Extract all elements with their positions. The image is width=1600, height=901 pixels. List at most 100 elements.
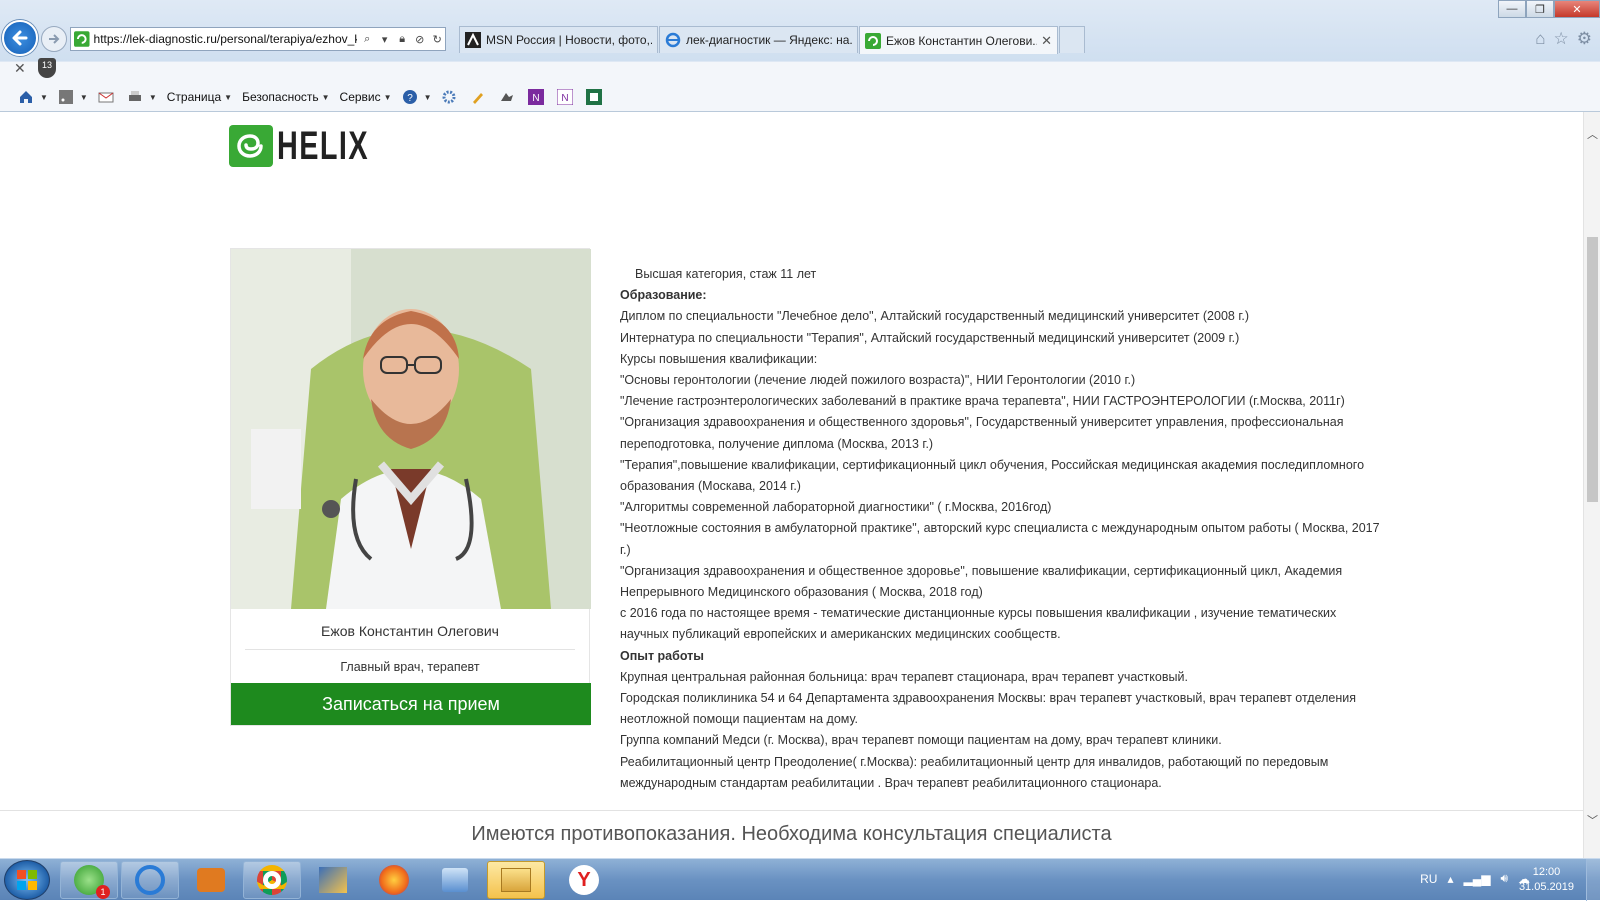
- command-bar: ▼ ▼ ▼ Страница ▼ Безопасность ▼ Сервис ▼ ? ▼…: [0, 85, 1600, 109]
- tab-doctor[interactable]: Ежов Константин Олегови... ✕: [859, 26, 1058, 54]
- windows-logo-icon: [17, 870, 37, 890]
- taskbar-explorer[interactable]: [487, 861, 545, 899]
- experience-heading: Опыт работы: [620, 648, 704, 663]
- doctor-name: Ежов Константин Олегович: [321, 623, 499, 639]
- experience-item: Группа компаний Медси (г. Москва), врач …: [620, 733, 1222, 748]
- mail-icon: [98, 92, 114, 103]
- back-button[interactable]: [2, 20, 38, 56]
- notification-badge: 1: [96, 885, 110, 899]
- rss-menu[interactable]: ▼: [58, 89, 88, 105]
- book-appointment-button[interactable]: Записаться на прием: [231, 683, 591, 725]
- taskbar-ie[interactable]: [121, 861, 179, 899]
- address-bar[interactable]: https://lek-diagnostic.ru/personal/terap…: [70, 27, 446, 51]
- scroll-down-icon[interactable]: ﹀: [1586, 812, 1599, 828]
- close-window-button[interactable]: ✕: [1554, 0, 1600, 18]
- search-icon[interactable]: ⌕: [359, 31, 375, 47]
- tab-msn[interactable]: MSN Россия | Новости, фото,...: [459, 26, 658, 53]
- favorites-star-icon[interactable]: ☆: [1554, 29, 1569, 49]
- clock-date: 31.05.2019: [1518, 881, 1574, 893]
- tab-label: лек-диагностик — Яндекс: на...: [686, 33, 852, 47]
- help-icon: ?: [402, 90, 417, 104]
- folder-icon: [501, 868, 531, 892]
- help-menu[interactable]: ? ▼: [402, 89, 431, 105]
- taskbar-volume-app[interactable]: [426, 861, 484, 899]
- doctor-portrait-image: [231, 249, 591, 609]
- network-icon[interactable]: ▂▄▆: [1463, 872, 1490, 886]
- page-scrollbar[interactable]: ︿ ﹀: [1583, 112, 1600, 858]
- scroll-thumb[interactable]: [1587, 237, 1598, 502]
- system-clock[interactable]: 12:00 31.05.2019: [1519, 865, 1574, 895]
- excel-button[interactable]: [586, 89, 605, 105]
- ie-icon: [665, 32, 681, 48]
- volume-icon[interactable]: 🔊︎: [1500, 871, 1508, 886]
- minimize-button[interactable]: —: [1498, 0, 1526, 18]
- taskbar-firefox[interactable]: [365, 861, 423, 899]
- system-tray: RU ▴ ▂▄▆ 🔊︎ ☁: [1420, 871, 1530, 886]
- safety-menu[interactable]: Безопасность ▼: [242, 90, 329, 104]
- address-url[interactable]: https://lek-diagnostic.ru/personal/terap…: [94, 32, 358, 46]
- new-tab-button[interactable]: [1059, 26, 1085, 53]
- mail-button[interactable]: [98, 89, 117, 105]
- onenote-send-button[interactable]: N: [557, 89, 576, 105]
- taskbar-icq[interactable]: 1: [60, 861, 118, 899]
- education-item: "Терапия",повышение квалификации, сертиф…: [620, 457, 1365, 494]
- home-icon: [20, 91, 32, 103]
- refresh-icon[interactable]: ↻: [429, 31, 445, 47]
- tab-yandex[interactable]: лек-диагностик — Яндекс: на...: [659, 26, 858, 53]
- education-item: "Основы геронтологии (лечение людей пожи…: [620, 373, 1136, 388]
- taskbar-chrome[interactable]: [243, 861, 301, 899]
- taskbar-remote[interactable]: [304, 861, 362, 899]
- forward-button[interactable]: [41, 26, 67, 52]
- tab-strip: MSN Россия | Новости, фото,... лек-диагн…: [459, 26, 1085, 54]
- back-arrow-icon: [12, 30, 28, 46]
- page-viewport: HELIX Ежов Константин Олегович Главный в…: [0, 112, 1583, 810]
- tray-expand-icon[interactable]: ▴: [1447, 872, 1453, 886]
- restore-button[interactable]: ❐: [1526, 0, 1554, 18]
- excel-icon: [586, 89, 603, 105]
- pen-icon: [473, 93, 484, 104]
- icq-icon: 1: [74, 865, 110, 899]
- msn-icon: [465, 32, 481, 48]
- doctor-photo: [231, 249, 591, 609]
- windows-taskbar: 1 Y RU ▴ ▂▄▆ 🔊︎ ☁ 12:00 31.05.2019: [0, 858, 1600, 901]
- print-icon: [128, 91, 141, 101]
- doctor-bio: Высшая категория, стаж 11 лет Образовани…: [620, 264, 1380, 794]
- addon-gear-button[interactable]: [441, 89, 460, 105]
- taskbar-yandex[interactable]: Y: [555, 861, 613, 899]
- close-icon[interactable]: ✕: [14, 60, 26, 77]
- show-desktop-button[interactable]: [1586, 859, 1600, 901]
- onenote-button[interactable]: N: [528, 89, 547, 105]
- scroll-up-icon[interactable]: ︿: [1586, 126, 1599, 142]
- compat-icon[interactable]: ⊘: [412, 31, 428, 47]
- education-item: Интернатура по специальности "Терапия", …: [620, 330, 1240, 345]
- service-menu[interactable]: Сервис ▼: [340, 90, 392, 104]
- home-icon[interactable]: ⌂: [1535, 29, 1545, 49]
- close-tab-icon[interactable]: ✕: [1041, 33, 1052, 49]
- tracking-shield-icon[interactable]: 13: [38, 58, 56, 78]
- settings-gear-icon[interactable]: ⚙: [1577, 29, 1592, 49]
- page-menu[interactable]: Страница ▼: [167, 90, 232, 104]
- helix-logo[interactable]: HELIX: [229, 124, 405, 168]
- taskbar-media-player[interactable]: [182, 861, 240, 899]
- education-item: с 2016 года по настоящее время - тематич…: [620, 606, 1337, 642]
- media-player-icon: [197, 868, 225, 892]
- addon-translate-button[interactable]: [499, 89, 518, 105]
- dropdown-icon[interactable]: ▾: [377, 31, 393, 47]
- tab-label: MSN Россия | Новости, фото,...: [486, 33, 652, 47]
- start-button[interactable]: [4, 860, 50, 900]
- print-menu[interactable]: ▼: [127, 89, 157, 105]
- doctor-card: Ежов Константин Олегович Главный врач, т…: [230, 248, 591, 726]
- lock-icon[interactable]: 🔒︎: [394, 31, 410, 47]
- card-divider: [245, 649, 575, 650]
- addon-pen-button[interactable]: [470, 89, 489, 105]
- language-indicator[interactable]: RU: [1420, 872, 1437, 886]
- yandex-icon: Y: [569, 865, 599, 895]
- helix-favicon-icon: [865, 32, 881, 49]
- helix-favicon-icon: [74, 31, 90, 47]
- contraindication-warning: Имеются противопоказания. Необходима кон…: [0, 810, 1583, 858]
- svg-text:N: N: [533, 93, 540, 104]
- notification-row: ✕ 13: [0, 57, 1600, 81]
- experience-item: Городская поликлиника 54 и 64 Департамен…: [620, 691, 1357, 727]
- translate-icon: [501, 93, 514, 101]
- home-menu[interactable]: ▼: [18, 89, 48, 105]
